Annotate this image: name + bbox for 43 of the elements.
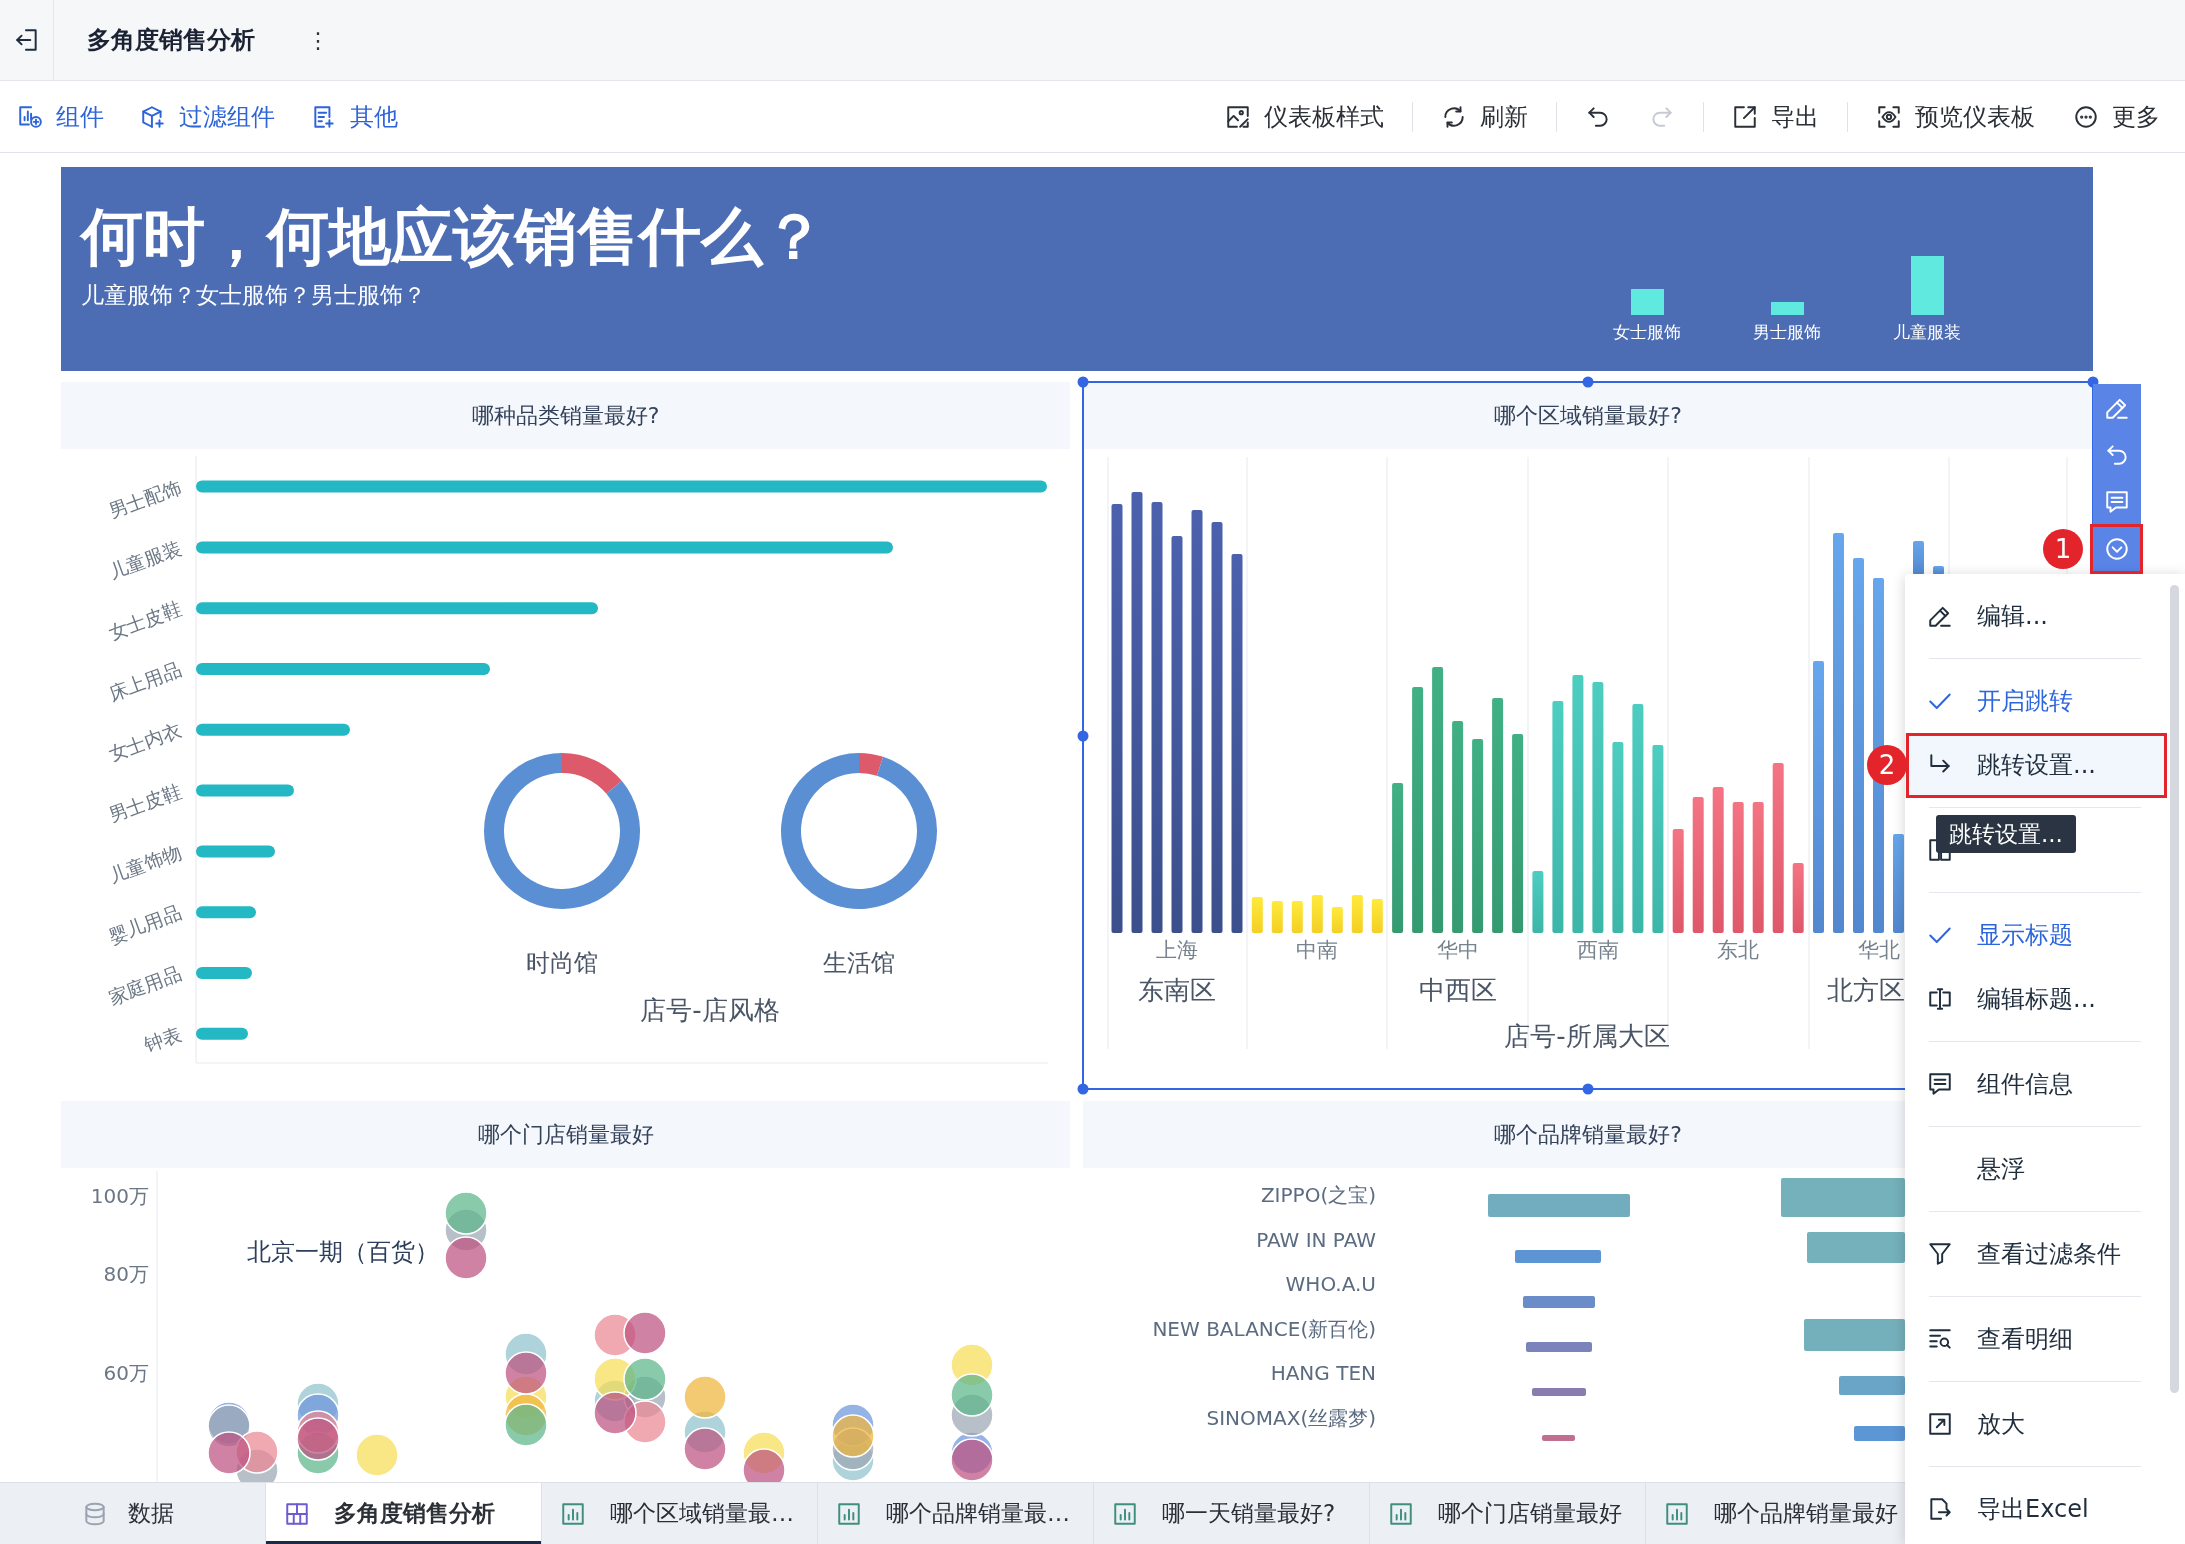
brand-label: SINOMAX(丝露梦) <box>1206 1406 1376 1430</box>
category-label: 女士内衣 <box>105 718 185 766</box>
region-label: 西南 <box>1576 938 1619 962</box>
banner-subtitle: 儿童服饰？女士服饰？男士服饰？ <box>81 281 427 309</box>
group-label: 中西区 <box>1419 975 1497 1005</box>
dashboard-title: 多角度销售分析 <box>87 25 255 56</box>
brand-label: ZIPPO(之宝) <box>1260 1183 1376 1207</box>
panel-title: 哪个区域销量最好? <box>1083 382 2093 449</box>
category-label: 儿童饰物 <box>105 840 185 887</box>
category-label: 钟表 <box>141 1022 185 1057</box>
axis-tick-label: 80万 <box>103 1262 149 1286</box>
region-label: 华中 <box>1436 938 1479 962</box>
mini-bar-label: 儿童服装 <box>1893 321 1961 343</box>
donut-label: 生活馆 <box>823 949 895 977</box>
point-label: 北京一期（百货） <box>247 1238 439 1266</box>
brand-label: HANG TEN <box>1270 1361 1376 1385</box>
category-label: 女士皮鞋 <box>105 596 185 644</box>
group-label: 北方区 <box>1827 975 1905 1005</box>
category-label: 床上用品 <box>105 657 185 705</box>
category-label: 家庭用品 <box>105 961 185 1009</box>
brand-label: NEW BALANCE(新百伦) <box>1152 1317 1376 1341</box>
panel-title: 哪个门店销量最好 <box>61 1101 1070 1168</box>
category-label: 男士皮鞋 <box>105 779 185 826</box>
tooltip: 跳转设置... <box>1936 815 2076 853</box>
region-label: 东北 <box>1717 938 1760 962</box>
category-label: 男士配饰 <box>105 475 185 522</box>
category-label: 婴儿用品 <box>105 900 185 948</box>
brand-label: WHO.A.U <box>1285 1272 1376 1296</box>
mini-bar-label: 女士服饰 <box>1613 321 1681 343</box>
axis-title: 店号-店风格 <box>640 995 780 1025</box>
axis-tick-label: 100万 <box>90 1184 149 1208</box>
region-label: 华北 <box>1857 938 1900 962</box>
axis-tick-label: 60万 <box>103 1361 149 1385</box>
group-label: 东南区 <box>1138 975 1216 1005</box>
region-label: 中南 <box>1296 938 1339 962</box>
banner-title: 何时，何地应该销售什么？ <box>81 201 825 273</box>
brand-label: PAW IN PAW <box>1256 1228 1376 1252</box>
mini-bar-label: 男士服饰 <box>1753 321 1821 343</box>
axis-title: 店号-所属大区 <box>1504 1021 1670 1051</box>
donut-label: 时尚馆 <box>526 949 598 977</box>
category-label: 儿童服装 <box>105 536 185 583</box>
panel-title: 哪种品类销量最好? <box>61 382 1070 449</box>
region-label: 上海 <box>1156 938 1198 962</box>
